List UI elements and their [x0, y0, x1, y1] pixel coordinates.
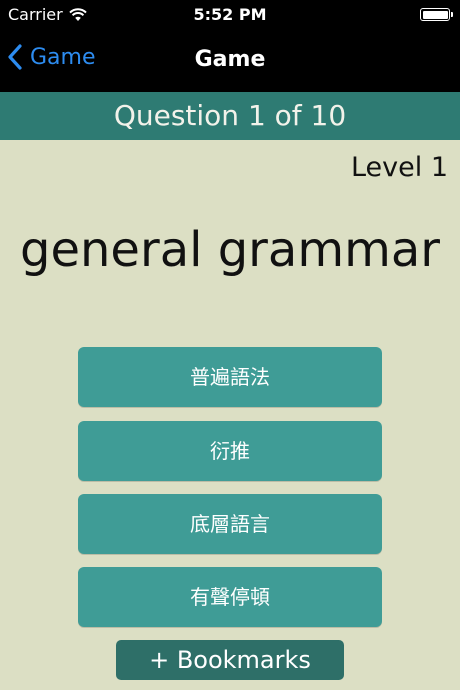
back-button-label: Game	[30, 44, 96, 70]
answer-button-1[interactable]: 普遍語法	[78, 347, 382, 407]
answer-button-3[interactable]: 底層語言	[78, 494, 382, 554]
back-button[interactable]: Game	[8, 44, 96, 70]
navigation-bar: Game Game	[0, 30, 460, 92]
bookmarks-button[interactable]: + Bookmarks	[116, 640, 344, 680]
term-word: general grammar	[20, 222, 440, 278]
answer-button-4[interactable]: 有聲停頓	[78, 567, 382, 627]
chevron-left-icon	[8, 44, 22, 70]
status-time: 5:52 PM	[193, 5, 267, 24]
answer-button-2[interactable]: 衍推	[78, 421, 382, 481]
quiz-screen: Carrier 5:52 PM Game Game Question 1 of …	[0, 0, 460, 690]
battery-icon	[420, 8, 453, 21]
status-bar: Carrier 5:52 PM	[0, 0, 460, 30]
question-progress: Question 1 of 10	[0, 92, 460, 140]
level-label: Level 1	[350, 152, 448, 183]
